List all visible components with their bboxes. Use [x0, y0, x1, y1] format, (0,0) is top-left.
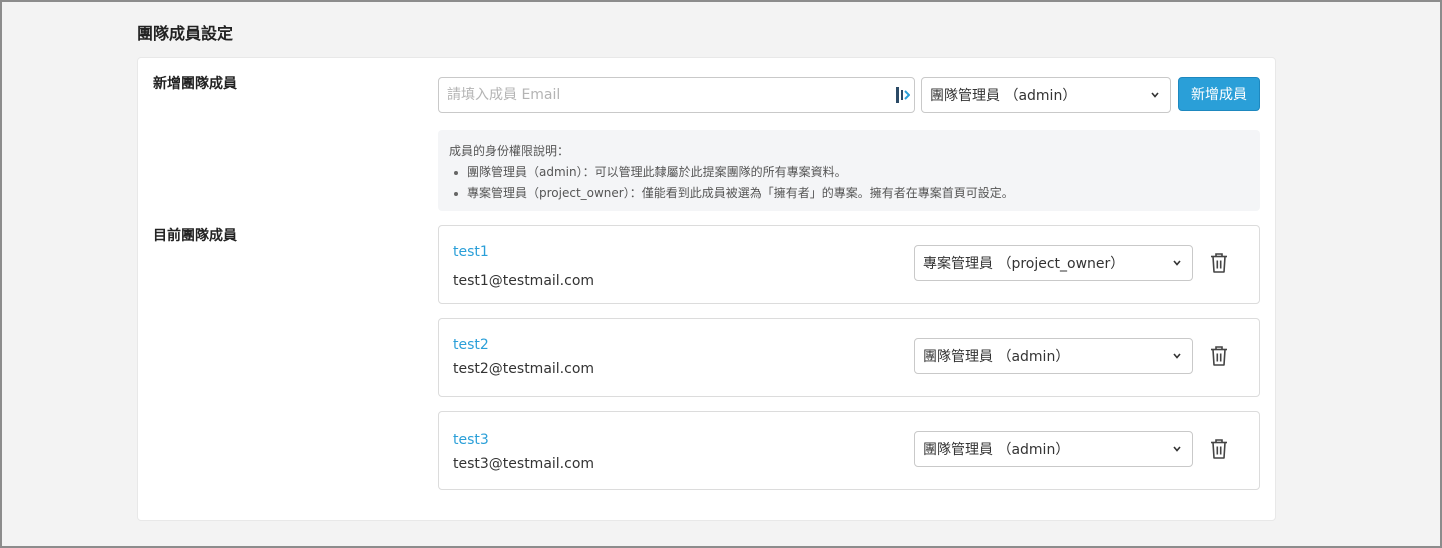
password-manager-icon[interactable]	[896, 86, 910, 104]
member-name-link[interactable]: test1	[453, 242, 489, 262]
chevron-down-icon	[1172, 444, 1182, 454]
member-email: test1@testmail.com	[453, 273, 595, 289]
chevron-down-icon	[1150, 90, 1160, 100]
trash-icon[interactable]	[1209, 438, 1229, 460]
add-member-label: 新增團隊成員	[153, 76, 237, 92]
trash-icon[interactable]	[1209, 345, 1229, 367]
role-select-value: 團隊管理員 （admin）	[930, 88, 1077, 104]
member-name-link[interactable]: test2	[453, 335, 489, 355]
trash-icon[interactable]	[1209, 252, 1229, 274]
email-input[interactable]	[438, 77, 915, 113]
member-role-select[interactable]: 專案管理員 （project_owner）	[914, 245, 1193, 281]
info-heading: 成員的身份權限說明：	[449, 144, 570, 158]
member-role-select[interactable]: 團隊管理員 （admin）	[914, 431, 1193, 467]
role-select-value: 團隊管理員 （admin）	[923, 349, 1070, 365]
settings-card: 新增團隊成員 團隊管理員 （admin） 新增成員 成員的身份權限說明： 團隊管…	[137, 57, 1276, 521]
member-role-select[interactable]: 團隊管理員 （admin）	[914, 338, 1193, 374]
add-member-button[interactable]: 新增成員	[1178, 77, 1260, 111]
member-row: test1 test1@testmail.com 專案管理員 （project_…	[438, 225, 1260, 304]
page-title: 團隊成員設定	[137, 24, 234, 43]
member-email: test3@testmail.com	[453, 456, 595, 472]
member-email: test2@testmail.com	[453, 361, 595, 377]
info-item: 團隊管理員（admin）：可以管理此隸屬於此提案團隊的所有專案資料。	[449, 162, 1249, 183]
role-select-value: 專案管理員 （project_owner）	[923, 256, 1125, 272]
window-frame: 團隊成員設定 新增團隊成員 團隊管理員 （admin） 新增成員 成員的身份權限…	[0, 0, 1442, 548]
current-members-label: 目前團隊成員	[153, 228, 237, 244]
chevron-down-icon	[1172, 351, 1182, 361]
role-select-value: 團隊管理員 （admin）	[923, 442, 1070, 458]
role-info-box: 成員的身份權限說明： 團隊管理員（admin）：可以管理此隸屬於此提案團隊的所有…	[438, 130, 1260, 211]
new-member-role-select[interactable]: 團隊管理員 （admin）	[921, 77, 1171, 113]
chevron-down-icon	[1172, 258, 1182, 268]
member-row: test2 test2@testmail.com 團隊管理員 （admin）	[438, 318, 1260, 397]
info-list: 團隊管理員（admin）：可以管理此隸屬於此提案團隊的所有專案資料。 專案管理員…	[449, 162, 1249, 204]
member-row: test3 test3@testmail.com 團隊管理員 （admin）	[438, 411, 1260, 490]
member-name-link[interactable]: test3	[453, 430, 489, 450]
info-item: 專案管理員（project_owner）：僅能看到此成員被選為「擁有者」的專案。…	[449, 183, 1249, 204]
